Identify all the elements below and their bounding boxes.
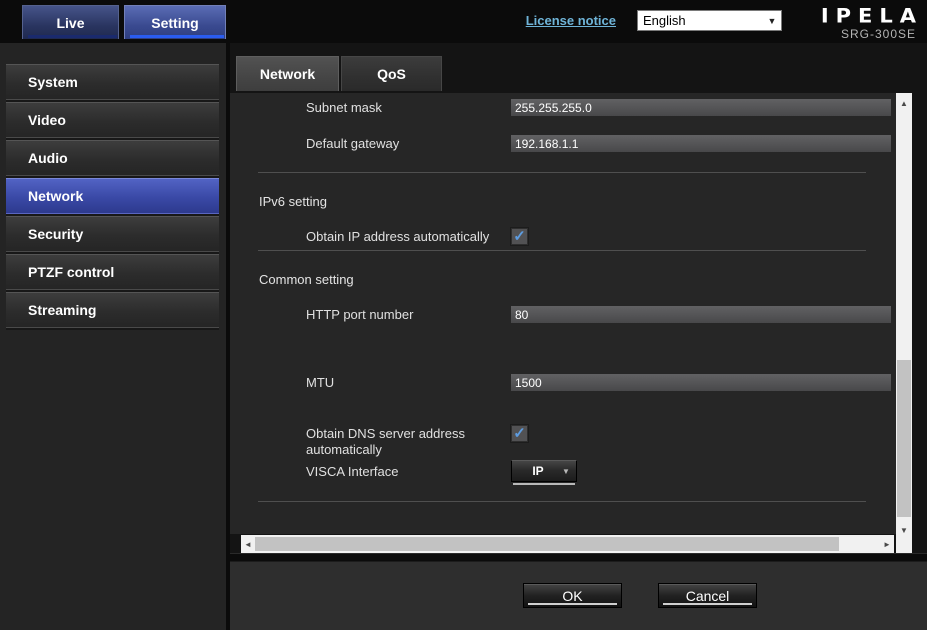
- chevron-down-icon: ▼: [556, 467, 576, 476]
- obtain-ip-label: Obtain IP address automatically: [306, 228, 511, 245]
- chevron-down-icon: ▼: [763, 16, 781, 26]
- visca-selected-value: IP: [512, 464, 556, 478]
- button-underline: [663, 603, 752, 605]
- tab-qos[interactable]: QoS: [341, 56, 442, 91]
- header-bar: Live Setting License notice English ▼ IP…: [0, 0, 927, 43]
- dropdown-underline: [513, 483, 575, 485]
- ok-button-label: OK: [562, 588, 582, 604]
- brand-block: IPELA SRG-300SE: [821, 4, 916, 41]
- cancel-button-label: Cancel: [686, 588, 730, 604]
- sidebar-item-security[interactable]: Security: [6, 216, 219, 252]
- sidebar-item-label: Security: [28, 226, 83, 242]
- tab-label: QoS: [377, 66, 406, 82]
- vertical-scrollbar-thumb[interactable]: [897, 360, 911, 517]
- section-divider: [258, 501, 866, 502]
- default-gateway-label: Default gateway: [306, 135, 511, 152]
- sidebar-item-label: PTZF control: [28, 264, 114, 280]
- visca-interface-dropdown[interactable]: IP ▼: [511, 460, 577, 485]
- setting-tab-underline: [130, 35, 224, 38]
- sidebar-item-label: Streaming: [28, 302, 96, 318]
- live-tab-underline: [28, 35, 117, 38]
- sidebar-item-ptzf-control[interactable]: PTZF control: [6, 254, 219, 290]
- tab-label: Network: [260, 66, 315, 82]
- subnet-mask-input[interactable]: [511, 99, 891, 116]
- scroll-up-icon[interactable]: ▲: [896, 99, 912, 108]
- cancel-button[interactable]: Cancel: [658, 583, 757, 608]
- default-gateway-input[interactable]: [511, 135, 891, 152]
- http-port-label: HTTP port number: [306, 306, 511, 323]
- visca-interface-label: VISCA Interface: [306, 460, 511, 480]
- setting-tab[interactable]: Setting: [124, 5, 226, 39]
- sidebar: System Video Audio Network Security PTZF…: [0, 43, 230, 630]
- content-area: Network QoS Subnet mask Default gateway …: [230, 43, 927, 630]
- language-select[interactable]: English ▼: [637, 10, 782, 31]
- mtu-row: MTU: [306, 374, 896, 391]
- footer-divider: [230, 553, 927, 562]
- live-tab-label: Live: [56, 15, 84, 31]
- scroll-right-icon[interactable]: ►: [881, 540, 893, 549]
- sidebar-item-label: Audio: [28, 150, 68, 166]
- main-area: System Video Audio Network Security PTZF…: [0, 43, 927, 630]
- scroll-left-icon[interactable]: ◄: [242, 540, 254, 549]
- section-divider: [258, 172, 866, 173]
- horizontal-scrollbar[interactable]: ◄ ►: [241, 535, 894, 553]
- obtain-dns-row: Obtain DNS server address automatically …: [306, 425, 896, 458]
- live-tab[interactable]: Live: [22, 5, 119, 39]
- setting-tab-label: Setting: [151, 15, 198, 31]
- http-port-input[interactable]: [511, 306, 891, 323]
- tab-network[interactable]: Network: [236, 56, 339, 91]
- default-gateway-row: Default gateway: [306, 135, 896, 152]
- model-label: SRG-300SE: [821, 27, 916, 41]
- sidebar-item-system[interactable]: System: [6, 64, 219, 100]
- obtain-ip-checkbox[interactable]: ✓: [511, 228, 528, 245]
- scroll-down-icon[interactable]: ▼: [896, 526, 912, 535]
- sidebar-item-network[interactable]: Network: [6, 178, 219, 214]
- vertical-scrollbar[interactable]: ▲ ▼: [896, 93, 912, 553]
- sidebar-item-streaming[interactable]: Streaming: [6, 292, 219, 328]
- section-divider: [258, 250, 866, 251]
- obtain-dns-label: Obtain DNS server address automatically: [306, 425, 511, 458]
- sidebar-item-video[interactable]: Video: [6, 102, 219, 138]
- license-notice-link[interactable]: License notice: [526, 13, 616, 28]
- camera-settings-page: Live Setting License notice English ▼ IP…: [0, 0, 927, 630]
- subnet-mask-label: Subnet mask: [306, 99, 511, 116]
- common-section-header: Common setting: [259, 272, 896, 287]
- visca-interface-row: VISCA Interface IP ▼: [306, 460, 896, 485]
- network-settings-form: Subnet mask Default gateway IPv6 setting…: [230, 93, 896, 534]
- content-right-edge: [912, 93, 923, 553]
- obtain-ip-row: Obtain IP address automatically ✓: [306, 228, 896, 245]
- language-selected-value: English: [638, 13, 763, 28]
- checkmark-icon: ✓: [513, 426, 526, 441]
- ok-button[interactable]: OK: [523, 583, 622, 608]
- footer-panel: OK Cancel: [230, 562, 927, 630]
- sidebar-item-label: Video: [28, 112, 66, 128]
- sidebar-item-label: Network: [28, 188, 83, 204]
- ipv6-section-header: IPv6 setting: [259, 194, 896, 209]
- mtu-input[interactable]: [511, 374, 891, 391]
- button-underline: [528, 603, 617, 605]
- obtain-dns-checkbox[interactable]: ✓: [511, 425, 528, 442]
- subnet-mask-row: Subnet mask: [306, 99, 896, 116]
- content-tabs-bar: Network QoS: [230, 43, 927, 91]
- mtu-label: MTU: [306, 374, 511, 391]
- sidebar-item-audio[interactable]: Audio: [6, 140, 219, 176]
- checkmark-icon: ✓: [513, 229, 526, 244]
- brand-logo: IPELA: [821, 5, 923, 27]
- horizontal-scrollbar-thumb[interactable]: [255, 537, 839, 551]
- http-port-row: HTTP port number: [306, 306, 896, 323]
- sidebar-item-label: System: [28, 74, 78, 90]
